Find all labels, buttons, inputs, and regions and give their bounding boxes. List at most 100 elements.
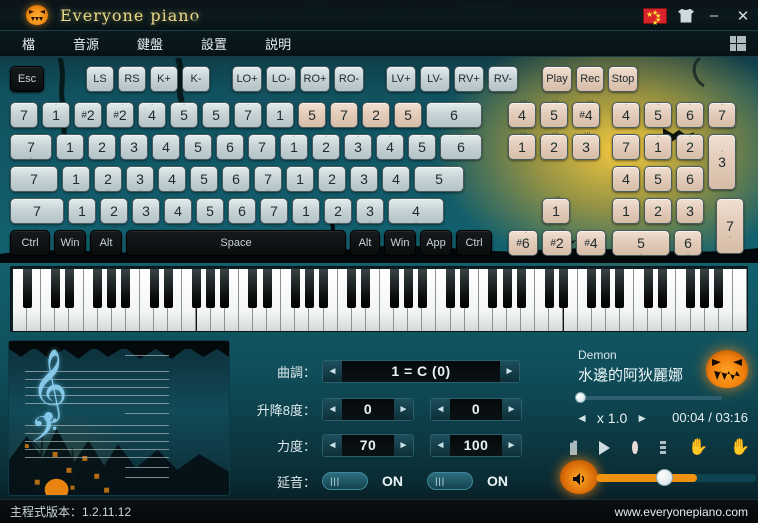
piano-black-key[interactable] <box>417 269 427 308</box>
key-k-[interactable]: K- <box>182 66 210 92</box>
piano-black-key[interactable] <box>64 269 74 308</box>
note-key-1dn1[interactable]: 1 · <box>62 166 90 194</box>
note-key-4dn1[interactable]: 4 · <box>158 166 186 194</box>
piano-white-key[interactable] <box>732 269 747 331</box>
note-key-6up1[interactable]: 6 · <box>440 133 482 160</box>
note-key-5up2[interactable]: 5 ⋮ <box>540 97 568 128</box>
note-key-5[interactable]: 5 <box>184 134 212 160</box>
octave-left-next[interactable]: ► <box>394 398 413 420</box>
piano-black-key[interactable] <box>516 269 526 308</box>
key-ctrl[interactable]: Ctrl <box>10 230 50 256</box>
key-esc[interactable]: Esc <box>10 66 44 92</box>
piano-black-key[interactable] <box>361 269 371 308</box>
note-key-7[interactable]: 7 <box>612 134 640 160</box>
note-key-4up1[interactable]: 4 · <box>376 133 404 160</box>
speed-decrease-button[interactable]: ◄ <box>576 411 588 425</box>
note-key-5dn1[interactable]: 5 · <box>190 166 218 194</box>
note-key-5[interactable]: 5 <box>644 166 672 192</box>
key-signature-spinner[interactable]: ◄ 1 = C (0) ► <box>322 359 520 383</box>
key-win[interactable]: Win <box>384 230 416 256</box>
piano-black-key[interactable] <box>460 269 470 308</box>
sustain-right-toggle[interactable]: ||| <box>427 472 473 490</box>
velocity-left-prev[interactable]: ◄ <box>323 434 342 456</box>
key-win[interactable]: Win <box>54 230 86 256</box>
note-key-1[interactable]: 1 <box>56 134 84 160</box>
piano-black-key[interactable] <box>50 269 60 308</box>
note-key-7up3[interactable]: 7 ⋮ <box>330 93 358 128</box>
velocity-right-spinner[interactable]: ◄ 100 ► <box>430 433 522 457</box>
right-hand-icon[interactable]: ✋ <box>730 440 750 456</box>
note-key-3dn1[interactable]: 3 · <box>126 166 154 194</box>
minimize-button[interactable]: – <box>705 7 723 24</box>
piano-black-key[interactable] <box>657 269 667 308</box>
note-key-2up1[interactable]: 2 · <box>312 133 340 160</box>
language-flag-icon[interactable]: ★ ★ ★ ★ ★ <box>643 7 667 27</box>
left-hand-icon[interactable]: ✋ <box>688 440 708 456</box>
key-rec[interactable]: Rec <box>576 66 604 92</box>
key-ro+[interactable]: RO+ <box>300 66 330 92</box>
piano-black-key[interactable] <box>22 269 32 308</box>
key-lo-[interactable]: LO- <box>266 66 296 92</box>
note-key-3dn2[interactable]: 3 ⋮ <box>132 198 160 230</box>
note-key-5up3[interactable]: 5 ⋮ <box>394 93 422 128</box>
piano-black-key[interactable] <box>319 269 329 308</box>
piano-black-key[interactable] <box>206 269 216 308</box>
piano-black-key[interactable] <box>248 269 258 308</box>
note-key-7dn3[interactable]: 7⋮ <box>10 198 64 234</box>
piano-black-key[interactable] <box>700 269 710 308</box>
key-signature-prev[interactable]: ◄ <box>323 360 342 382</box>
note-key-2[interactable]: 2 <box>318 166 346 192</box>
piano-black-key[interactable] <box>446 269 456 308</box>
key-k+[interactable]: K+ <box>150 66 178 92</box>
key-rv+[interactable]: RV+ <box>454 66 484 92</box>
piano-black-key[interactable] <box>587 269 597 308</box>
note-key-5dn2[interactable]: 5 ⋮ <box>196 198 224 230</box>
note-key-3dn1[interactable]: 3 · <box>356 198 384 226</box>
octave-right-next[interactable]: ► <box>502 398 521 420</box>
key-lv+[interactable]: LV+ <box>386 66 416 92</box>
piano-black-key[interactable] <box>93 269 103 308</box>
key-stop[interactable]: Stop <box>608 66 638 92</box>
volume-control[interactable] <box>560 460 756 494</box>
piano-black-key[interactable] <box>544 269 554 308</box>
menu-help[interactable]: 説明 <box>249 31 307 56</box>
note-key-sharp-2up1[interactable]: #2 · <box>106 101 134 128</box>
velocity-left-spinner[interactable]: ◄ 70 ► <box>322 433 414 457</box>
menu-sound-source[interactable]: 音源 <box>57 31 115 56</box>
key-alt[interactable]: Alt <box>350 230 380 256</box>
velocity-right-prev[interactable]: ◄ <box>431 434 450 456</box>
note-key-1up2[interactable]: 1 ⋮ <box>542 193 570 224</box>
octave-left-prev[interactable]: ◄ <box>323 398 342 420</box>
piano-black-key[interactable] <box>559 269 568 308</box>
note-key-6up3[interactable]: 6 ⋮ <box>426 93 482 128</box>
website-url[interactable]: www.everyonepiano.com <box>615 505 748 519</box>
volume-slider-knob[interactable] <box>656 469 673 486</box>
note-key-6[interactable]: 6 <box>216 134 244 160</box>
note-key-1up2[interactable]: 1 ⋮ <box>508 129 536 160</box>
note-key-7up1[interactable]: 7 · <box>234 101 262 128</box>
note-key-1up1[interactable]: 1 · <box>280 133 308 160</box>
piano-black-key[interactable] <box>107 269 117 308</box>
speaker-icon[interactable] <box>572 472 586 485</box>
piano-black-key[interactable] <box>220 269 230 308</box>
note-key-2dn1[interactable]: 2 · <box>324 198 352 226</box>
note-key-sharp-2up2[interactable]: #2 ⋮ <box>542 225 572 256</box>
note-key-1dn2[interactable]: 1 ⋮ <box>68 198 96 230</box>
note-key-3[interactable]: 3 <box>676 198 704 224</box>
piano-black-key[interactable] <box>714 269 724 308</box>
note-key-5up1[interactable]: 5 · <box>408 133 436 160</box>
note-key-7dn1[interactable]: 7 · <box>716 198 744 254</box>
note-key-sharp-6up1[interactable]: #6 · <box>508 229 538 256</box>
piano-black-key[interactable] <box>192 269 201 308</box>
note-key-2[interactable]: 2 <box>88 134 116 160</box>
note-key-6up1[interactable]: 6 · <box>676 101 704 128</box>
note-key-5[interactable]: 5 <box>414 166 464 192</box>
piano-black-key[interactable] <box>262 269 272 308</box>
note-key-6[interactable]: 6 <box>676 166 704 192</box>
note-key-sharp-2[interactable]: #2 <box>74 102 102 128</box>
piano-black-key[interactable] <box>163 269 173 308</box>
menu-keyboard[interactable]: 鍵盤 <box>121 31 179 56</box>
note-key-5up1[interactable]: 5 · <box>170 101 198 128</box>
piano-black-key[interactable] <box>403 269 413 308</box>
note-key-4up2[interactable]: 4 ⋮ <box>508 97 536 128</box>
